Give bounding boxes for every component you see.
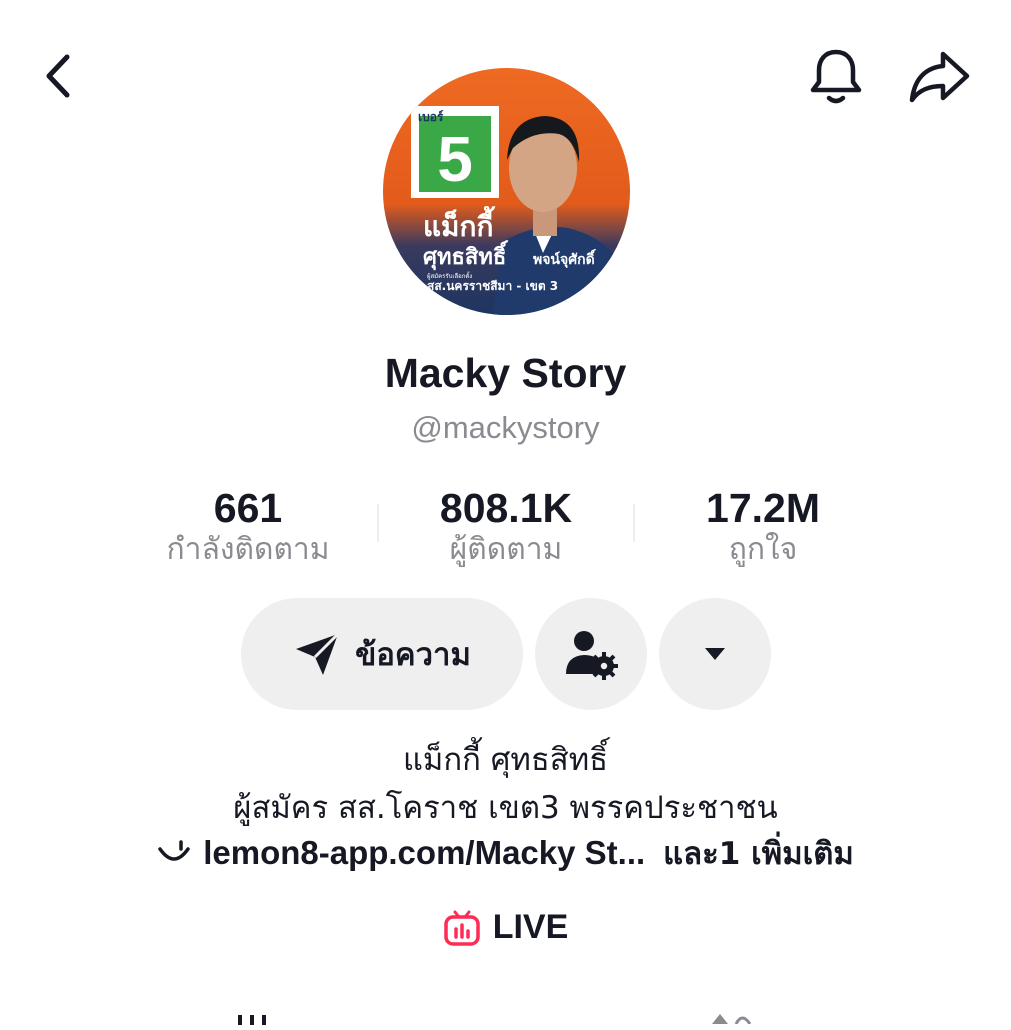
tab-grid[interactable] <box>236 1012 276 1025</box>
caret-down-icon <box>705 648 725 660</box>
profile-handle: @mackystory <box>411 410 600 445</box>
bio-line-1: แม็กกี้ ศุทธสิทธิ์ <box>402 742 609 778</box>
more-options-button[interactable] <box>659 598 771 710</box>
stat-likes[interactable]: 17.2M ถูกใจ <box>643 486 883 568</box>
back-button[interactable] <box>30 48 86 104</box>
bio-link[interactable]: lemon8-app.com/Macky St... <box>203 834 645 872</box>
stat-divider <box>633 504 635 542</box>
avatar-name-line2: ศุทธสิทธิ์ <box>423 240 509 271</box>
stat-following-value: 661 <box>213 485 283 531</box>
live-button[interactable]: LIVE <box>0 908 1011 947</box>
bio-more-link[interactable]: และ1 เพิ่มเติม <box>663 828 854 878</box>
avatar-badge-label: เบอร์ <box>418 110 444 124</box>
avatar-name-line1: แม็กกี้ <box>423 205 496 243</box>
stat-followers[interactable]: 808.1K ผู้ติดตาม <box>386 486 626 568</box>
profile-display-name: Macky Story <box>384 350 627 396</box>
bio-line-2: ผู้สมัคร สส.โคราช เขต3 พรรคประชาชน <box>233 790 778 826</box>
share-button[interactable] <box>904 44 974 108</box>
profile-avatar[interactable]: เบอร์ 5 แม็กกี้ ศุทธสิทธิ์ พจน์จุศักดิ์ … <box>383 68 630 315</box>
bell-icon <box>810 49 862 104</box>
stat-followers-value: 808.1K <box>439 485 573 531</box>
repost-icon <box>712 1014 752 1025</box>
message-button-label: ข้อความ <box>355 637 471 673</box>
stat-likes-label: ถูกใจ <box>728 532 798 567</box>
bio-link-row: lemon8-app.com/Macky St... และ1 เพิ่มเติ… <box>0 828 1011 878</box>
live-label: LIVE <box>492 908 569 946</box>
notification-button[interactable] <box>804 44 868 108</box>
send-icon <box>296 632 340 675</box>
stat-likes-value: 17.2M <box>706 485 820 531</box>
user-gear-icon <box>566 631 618 680</box>
lemon8-smile-icon <box>158 840 190 861</box>
tab-reposts[interactable] <box>706 1010 756 1025</box>
stat-following[interactable]: 661 กำลังติดตาม <box>128 486 368 568</box>
chevron-left-icon <box>46 54 70 98</box>
stat-followers-label: ผู้ติดตาม <box>449 532 563 567</box>
grid-icon <box>238 1015 266 1025</box>
user-settings-button[interactable] <box>535 598 647 710</box>
stat-following-label: กำลังติดตาม <box>166 532 330 567</box>
avatar-number: 5 <box>437 123 473 195</box>
stat-divider <box>377 504 379 542</box>
message-button[interactable]: ข้อความ <box>241 598 523 710</box>
avatar-district: สส.นครราชสีมา - เขต 3 <box>427 279 558 293</box>
share-arrow-icon <box>909 51 970 103</box>
avatar-image: เบอร์ 5 แม็กกี้ ศุทธสิทธิ์ พจน์จุศักดิ์ … <box>383 68 630 315</box>
live-tv-icon <box>443 910 480 946</box>
